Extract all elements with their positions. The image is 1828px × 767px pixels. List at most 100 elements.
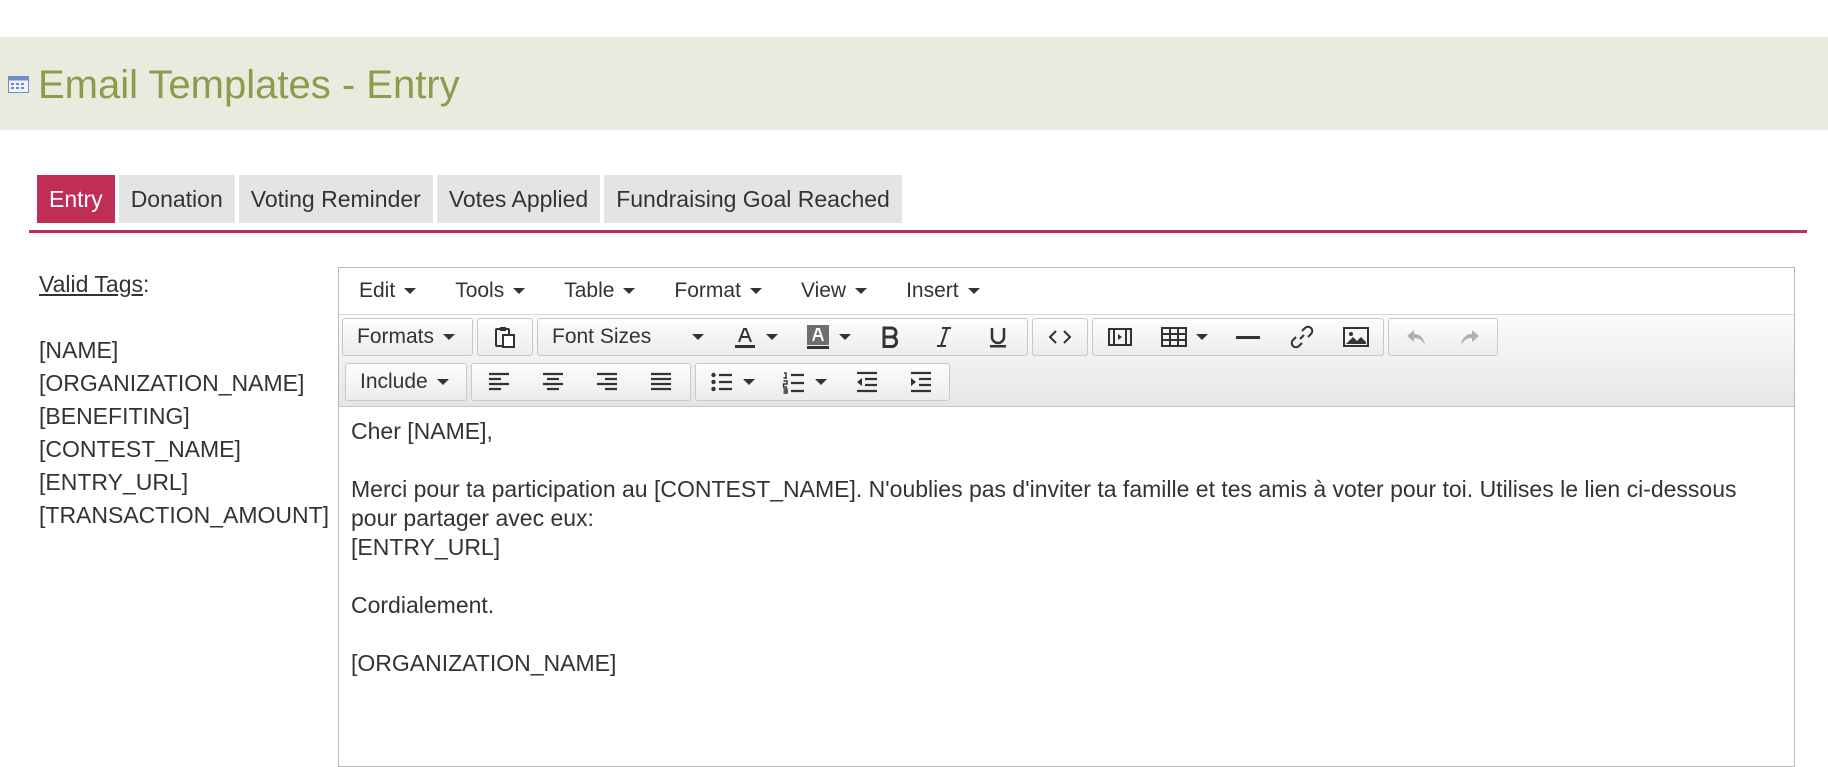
align-left-button[interactable] xyxy=(472,364,526,400)
source-code-button[interactable] xyxy=(1033,319,1087,355)
align-right-button[interactable] xyxy=(580,364,634,400)
paste-button[interactable] xyxy=(478,319,532,355)
undo-icon xyxy=(1407,330,1425,345)
content-body: Merci pour ta participation au [CONTEST_… xyxy=(351,476,1737,531)
justify-icon xyxy=(651,372,671,391)
menu-format[interactable]: Format xyxy=(674,279,762,303)
caret-down-icon xyxy=(623,288,636,294)
redo-button[interactable] xyxy=(1443,319,1497,355)
calendar-icon xyxy=(8,76,29,93)
caret-down-icon xyxy=(749,288,762,294)
caret-down-icon xyxy=(443,334,456,340)
paste-group xyxy=(477,318,533,356)
formats-dropdown[interactable]: Formats xyxy=(343,319,472,355)
tab-donation[interactable]: Donation xyxy=(118,175,235,223)
image-icon xyxy=(1343,327,1370,347)
tab-entry[interactable]: Entry xyxy=(37,175,115,223)
text-color-button[interactable] xyxy=(718,319,793,355)
underline-icon xyxy=(990,328,1006,348)
undo-button[interactable] xyxy=(1389,319,1443,355)
caret-down-icon xyxy=(436,379,449,385)
caret-down-icon xyxy=(814,379,827,385)
caret-down-icon xyxy=(513,288,526,294)
media-button[interactable] xyxy=(1093,319,1147,355)
menu-table[interactable]: Table xyxy=(564,279,636,303)
horizontal-rule-icon xyxy=(1236,336,1261,339)
insert-group xyxy=(1092,318,1384,356)
valid-tags-panel: Valid Tags: [NAME] [ORGANIZATION_NAME] [… xyxy=(39,268,329,532)
alignment-group xyxy=(471,363,691,401)
valid-tags-heading: Valid Tags: xyxy=(39,271,150,297)
background-color-icon xyxy=(806,325,829,349)
bullet-list-button[interactable] xyxy=(696,364,768,400)
font-format-group: Font Sizes xyxy=(537,318,1028,356)
align-right-icon xyxy=(597,372,617,391)
caret-down-icon xyxy=(692,334,704,340)
editor-menubar: Edit Tools Table Format View Insert xyxy=(339,268,1794,315)
tag-item: [TRANSACTION_AMOUNT] xyxy=(39,502,330,528)
content-signature: [ORGANIZATION_NAME] xyxy=(351,650,617,676)
caret-down-icon xyxy=(855,288,868,294)
caret-down-icon xyxy=(1195,334,1208,340)
italic-button[interactable] xyxy=(917,319,971,355)
editor-content[interactable]: Cher [NAME], Merci pour ta participation… xyxy=(339,407,1794,688)
menu-tools[interactable]: Tools xyxy=(455,279,526,303)
include-group: Include xyxy=(345,363,467,401)
source-code-icon xyxy=(1048,330,1072,344)
menu-view[interactable]: View xyxy=(801,279,868,303)
menu-insert[interactable]: Insert xyxy=(906,279,980,303)
tab-votes-applied[interactable]: Votes Applied xyxy=(436,175,601,223)
page-title: Email Templates - Entry xyxy=(38,63,460,107)
background-color-button[interactable] xyxy=(793,319,863,355)
paste-icon xyxy=(495,327,515,348)
numbered-list-icon xyxy=(782,372,804,394)
caret-down-icon xyxy=(967,288,980,294)
table-icon xyxy=(1160,327,1187,347)
link-icon xyxy=(1291,325,1314,349)
tab-divider xyxy=(29,230,1807,233)
outdent-icon xyxy=(857,371,877,393)
bold-button[interactable] xyxy=(863,319,917,355)
source-code-group xyxy=(1032,318,1088,356)
tab-voting-reminder[interactable]: Voting Reminder xyxy=(238,175,433,223)
link-button[interactable] xyxy=(1275,319,1329,355)
caret-down-icon xyxy=(404,288,417,294)
caret-down-icon xyxy=(742,379,755,385)
history-group xyxy=(1388,318,1498,356)
menu-edit[interactable]: Edit xyxy=(359,279,417,303)
indent-button[interactable] xyxy=(894,364,948,400)
tag-item: [CONTEST_NAME] xyxy=(39,436,241,462)
align-center-icon xyxy=(543,372,563,391)
text-color-icon xyxy=(735,328,755,348)
caret-down-icon xyxy=(766,334,778,340)
underline-button[interactable] xyxy=(971,319,1025,355)
include-dropdown[interactable]: Include xyxy=(346,364,466,400)
horizontal-rule-button[interactable] xyxy=(1222,319,1276,355)
tag-item: [BENEFITING] xyxy=(39,403,190,429)
outdent-button[interactable] xyxy=(840,364,894,400)
tag-item: [ORGANIZATION_NAME] xyxy=(39,370,305,396)
tab-fundraising-goal-reached[interactable]: Fundraising Goal Reached xyxy=(604,175,902,223)
formats-group: Formats xyxy=(342,318,473,356)
align-center-button[interactable] xyxy=(526,364,580,400)
content-greeting: Cher [NAME], xyxy=(351,418,493,444)
media-icon xyxy=(1107,328,1132,346)
table-button[interactable] xyxy=(1147,319,1222,355)
valid-tags-list: [NAME] [ORGANIZATION_NAME] [BENEFITING] … xyxy=(39,334,329,532)
bold-icon xyxy=(882,326,899,348)
content-url: [ENTRY_URL] xyxy=(351,534,501,560)
tag-item: [ENTRY_URL] xyxy=(39,469,189,495)
numbered-list-button[interactable] xyxy=(768,364,840,400)
font-sizes-dropdown[interactable]: Font Sizes xyxy=(538,319,718,355)
list-indent-group xyxy=(695,363,950,401)
content-closing: Cordialement. xyxy=(351,592,495,618)
template-tabs: Entry Donation Voting Reminder Votes App… xyxy=(37,175,902,223)
rich-text-editor: Edit Tools Table Format View Insert Form… xyxy=(338,267,1795,767)
editor-toolbar: Formats Font Sizes Include xyxy=(339,315,1794,407)
justify-button[interactable] xyxy=(634,364,688,400)
image-button[interactable] xyxy=(1329,319,1383,355)
caret-down-icon xyxy=(838,334,851,340)
tag-item: [NAME] xyxy=(39,337,119,363)
